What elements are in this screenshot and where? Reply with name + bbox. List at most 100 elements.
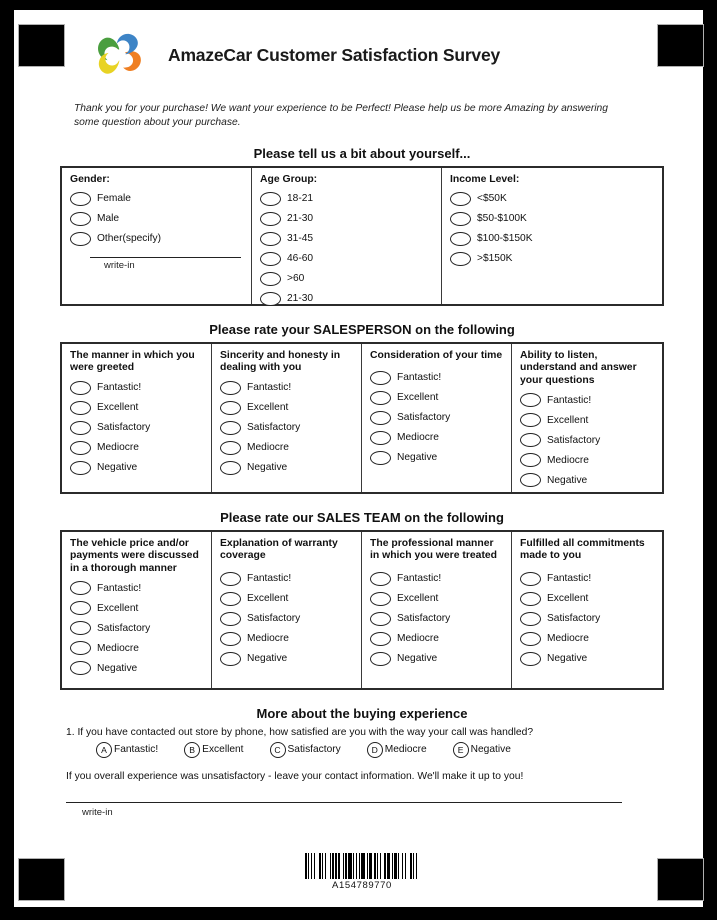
bubble-icon[interactable] [220,400,241,415]
option-negative[interactable]: Negative [220,649,355,668]
option-excellent[interactable]: Excellent [220,589,355,608]
bubble-icon[interactable] [520,591,541,606]
bubble-icon[interactable] [520,453,541,468]
option-mediocre[interactable]: Mediocre [370,629,505,648]
lettered-option-c[interactable]: C Satisfactory [269,741,341,758]
option-excellent[interactable]: Excellent [370,388,505,407]
lettered-option-d[interactable]: D Mediocre [366,741,427,758]
option-fantastic[interactable]: Fantastic! [370,365,505,387]
bubble-icon[interactable] [70,380,91,395]
option-income-100-150k[interactable]: $100-$150K [450,229,656,248]
bubble-icon[interactable] [370,430,391,445]
bubble-icon[interactable] [70,581,91,596]
lettered-option-e[interactable]: E Negative [452,741,511,758]
option-excellent[interactable]: Excellent [520,589,656,608]
bubble-icon[interactable] [220,380,241,395]
bubble-icon[interactable] [70,211,91,226]
bubble-icon[interactable] [220,611,241,626]
bubble-icon[interactable] [70,440,91,455]
bubble-icon[interactable] [450,251,471,266]
bubble-icon[interactable] [370,450,391,465]
bubble-icon[interactable] [370,631,391,646]
option-fantastic[interactable]: Fantastic! [220,378,355,397]
bubble-icon[interactable] [260,211,281,226]
option-income-over-150k[interactable]: >$150K [450,249,656,268]
gender-writein-line[interactable] [90,256,241,259]
option-mediocre[interactable]: Mediocre [220,438,355,457]
letter-circle-icon[interactable]: C [269,741,286,758]
letter-circle-icon[interactable]: D [366,741,383,758]
option-excellent[interactable]: Excellent [70,398,205,417]
letter-circle-icon[interactable]: B [184,741,201,758]
option-gender-male[interactable]: Male [70,209,245,228]
option-income-under-50k[interactable]: <$50K [450,189,656,208]
option-age-21-30-duplicate[interactable]: 21-30 [260,289,435,308]
bubble-icon[interactable] [520,413,541,428]
bubble-icon[interactable] [520,651,541,666]
bubble-icon[interactable] [70,191,91,206]
bubble-icon[interactable] [370,410,391,425]
bubble-icon[interactable] [220,591,241,606]
bubble-icon[interactable] [520,611,541,626]
option-fantastic[interactable]: Fantastic! [70,579,205,598]
bubble-icon[interactable] [450,211,471,226]
bubble-icon[interactable] [70,460,91,475]
letter-circle-icon[interactable]: E [452,741,469,758]
bubble-icon[interactable] [70,231,91,246]
bubble-icon[interactable] [520,433,541,448]
option-negative[interactable]: Negative [370,649,505,668]
option-satisfactory[interactable]: Satisfactory [370,609,505,628]
bubble-icon[interactable] [260,251,281,266]
option-satisfactory[interactable]: Satisfactory [220,609,355,628]
option-gender-female[interactable]: Female [70,189,245,208]
bubble-icon[interactable] [70,420,91,435]
contact-writein-line[interactable] [66,801,622,803]
lettered-option-a[interactable]: A Fantastic! [96,741,158,758]
bubble-icon[interactable] [370,370,391,385]
bubble-icon[interactable] [260,191,281,206]
bubble-icon[interactable] [220,440,241,455]
option-negative[interactable]: Negative [370,448,505,467]
option-negative[interactable]: Negative [70,458,205,477]
option-satisfactory[interactable]: Satisfactory [520,609,656,628]
option-mediocre[interactable]: Mediocre [70,639,205,658]
option-fantastic[interactable]: Fantastic! [520,391,656,410]
option-fantastic[interactable]: Fantastic! [220,566,355,588]
option-satisfactory[interactable]: Satisfactory [220,418,355,437]
option-satisfactory[interactable]: Satisfactory [520,431,656,450]
bubble-icon[interactable] [450,231,471,246]
option-satisfactory[interactable]: Satisfactory [370,408,505,427]
bubble-icon[interactable] [520,393,541,408]
lettered-option-b[interactable]: B Excellent [184,741,244,758]
option-age-31-45[interactable]: 31-45 [260,229,435,248]
option-negative[interactable]: Negative [220,458,355,477]
option-excellent[interactable]: Excellent [520,411,656,430]
option-excellent[interactable]: Excellent [70,599,205,618]
bubble-icon[interactable] [220,631,241,646]
option-gender-other[interactable]: Other(specify) [70,229,245,248]
bubble-icon[interactable] [370,571,391,586]
bubble-icon[interactable] [450,191,471,206]
bubble-icon[interactable] [70,661,91,676]
bubble-icon[interactable] [70,641,91,656]
option-mediocre[interactable]: Mediocre [520,629,656,648]
option-excellent[interactable]: Excellent [370,589,505,608]
option-mediocre[interactable]: Mediocre [70,438,205,457]
option-mediocre[interactable]: Mediocre [220,629,355,648]
bubble-icon[interactable] [70,400,91,415]
bubble-icon[interactable] [520,631,541,646]
bubble-icon[interactable] [370,611,391,626]
option-fantastic[interactable]: Fantastic! [520,566,656,588]
option-fantastic[interactable]: Fantastic! [70,378,205,397]
bubble-icon[interactable] [370,591,391,606]
option-satisfactory[interactable]: Satisfactory [70,418,205,437]
option-negative[interactable]: Negative [520,471,656,490]
option-age-21-30[interactable]: 21-30 [260,209,435,228]
option-mediocre[interactable]: Mediocre [520,451,656,470]
bubble-icon[interactable] [370,651,391,666]
option-income-50-100k[interactable]: $50-$100K [450,209,656,228]
option-negative[interactable]: Negative [70,659,205,678]
letter-circle-icon[interactable]: A [96,741,112,758]
option-mediocre[interactable]: Mediocre [370,428,505,447]
option-age-46-60[interactable]: 46-60 [260,249,435,268]
